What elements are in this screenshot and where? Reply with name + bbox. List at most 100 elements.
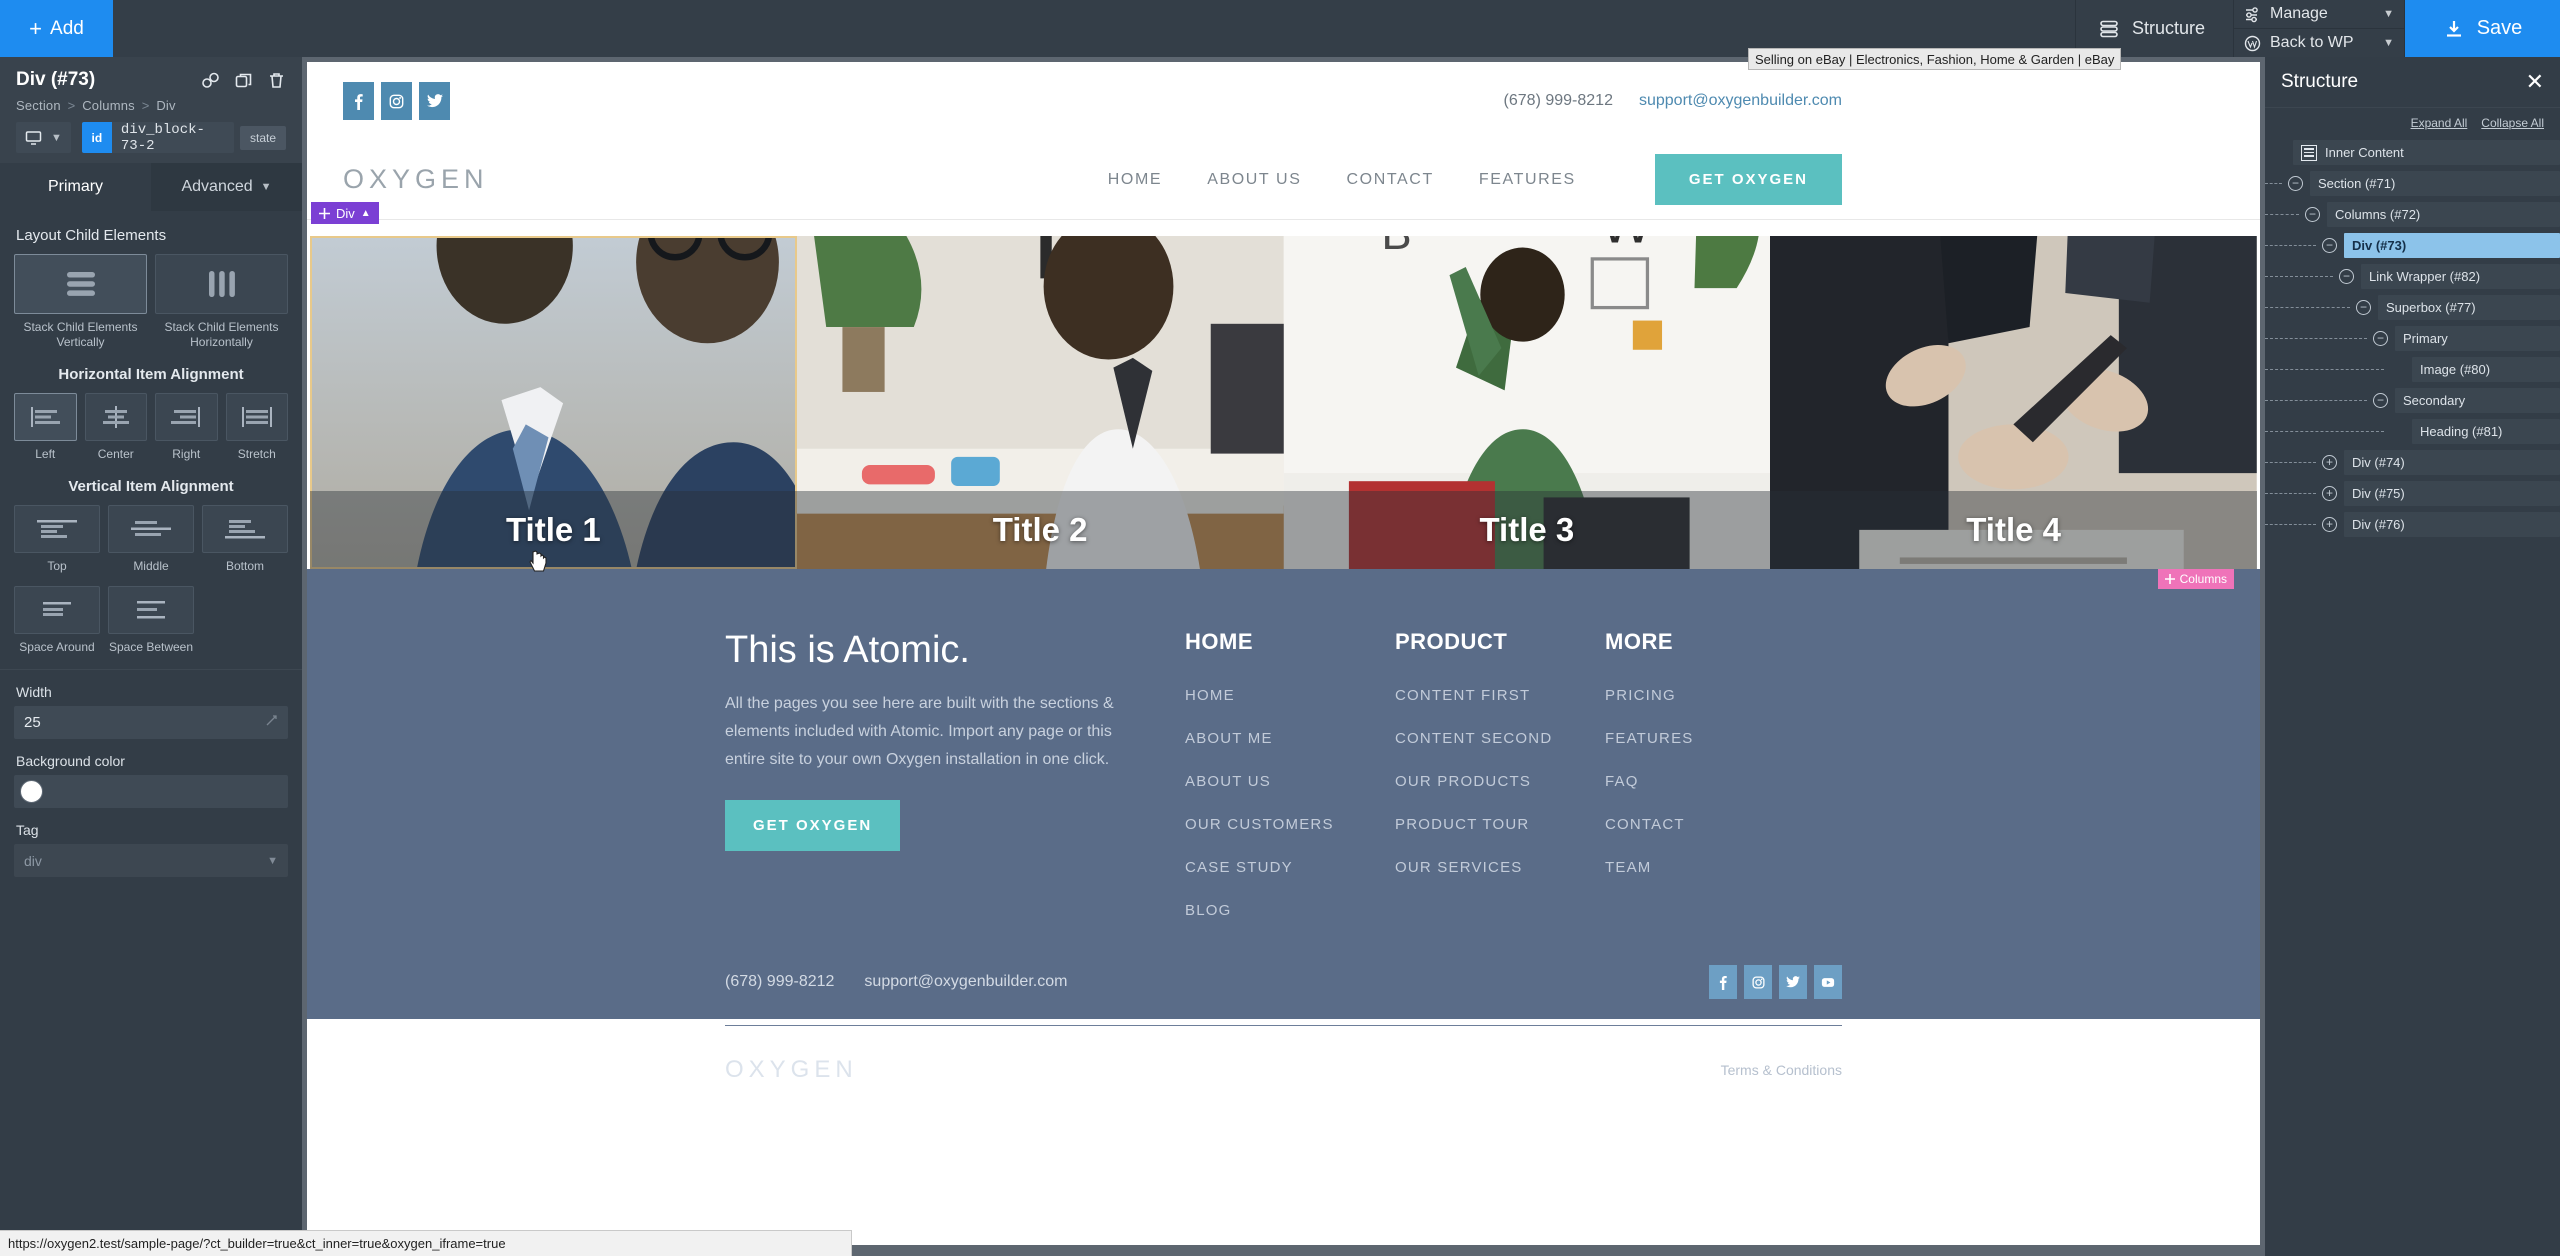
duplicate-icon[interactable] xyxy=(234,71,253,90)
width-input[interactable]: 25 xyxy=(14,706,288,739)
structure-node[interactable]: Section (#71) xyxy=(2310,171,2560,196)
collapse-node-icon[interactable]: − xyxy=(2339,269,2354,284)
align-right-option[interactable]: Right xyxy=(155,393,218,462)
expand-node-icon[interactable]: + xyxy=(2322,486,2337,501)
element-id-field[interactable]: id div_block-73-2 xyxy=(81,122,234,153)
valign-space-around-option[interactable]: Space Around xyxy=(14,586,100,655)
structure-tree-row[interactable]: − Secondary xyxy=(2265,388,2560,413)
footer-link[interactable]: PRICING xyxy=(1605,687,1815,704)
add-button[interactable]: + Add xyxy=(0,0,113,57)
tile-4[interactable]: Title 4 xyxy=(1770,236,2257,569)
footer-get-oxygen-button[interactable]: GET OXYGEN xyxy=(725,800,901,851)
structure-tree-row[interactable]: − Columns (#72) xyxy=(2265,202,2560,227)
instagram-icon[interactable] xyxy=(381,82,412,120)
footer-link[interactable]: OUR SERVICES xyxy=(1395,859,1605,876)
structure-tree-row[interactable]: Heading (#81) xyxy=(2265,419,2560,444)
footer-link[interactable]: OUR PRODUCTS xyxy=(1395,773,1605,790)
collapse-node-icon[interactable]: − xyxy=(2356,300,2371,315)
nav-item-features[interactable]: FEATURES xyxy=(1479,171,1576,189)
structure-node[interactable]: Div (#76) xyxy=(2344,512,2560,537)
structure-tree-row[interactable]: Image (#80) xyxy=(2265,357,2560,382)
footer-link[interactable]: ABOUT ME xyxy=(1185,730,1395,747)
twitter-icon[interactable] xyxy=(419,82,450,120)
collapse-node-icon[interactable]: − xyxy=(2373,331,2388,346)
footer-link[interactable]: PRODUCT TOUR xyxy=(1395,816,1605,833)
structure-tree-row[interactable]: + Div (#74) xyxy=(2265,450,2560,475)
site-logo[interactable]: OXYGEN xyxy=(343,164,489,195)
device-selector[interactable]: ▼ xyxy=(16,122,71,153)
breadcrumb-item-2[interactable]: Div xyxy=(156,98,175,113)
valign-top-option[interactable]: Top xyxy=(14,505,100,574)
breadcrumb-item-0[interactable]: Section xyxy=(16,98,61,113)
nav-item-contact[interactable]: CONTACT xyxy=(1347,171,1434,189)
structure-tree-row[interactable]: − Primary xyxy=(2265,326,2560,351)
valign-space-between-option[interactable]: Space Between xyxy=(108,586,194,655)
nav-item-home[interactable]: HOME xyxy=(1108,171,1162,189)
structure-node[interactable]: Inner Content xyxy=(2293,140,2560,165)
expand-all-button[interactable]: Expand All xyxy=(2411,116,2468,130)
expand-node-icon[interactable]: + xyxy=(2322,455,2337,470)
color-swatch[interactable] xyxy=(20,780,43,803)
close-icon[interactable]: ✕ xyxy=(2526,71,2544,93)
structure-tree-row[interactable]: − Superbox (#77) xyxy=(2265,295,2560,320)
tab-advanced[interactable]: Advanced ▼ xyxy=(151,163,302,211)
twitter-icon[interactable] xyxy=(1779,965,1807,999)
structure-node[interactable]: Link Wrapper (#82) xyxy=(2361,264,2560,289)
tile-1[interactable]: Title 1 xyxy=(310,236,797,569)
footer-link[interactable]: ABOUT US xyxy=(1185,773,1395,790)
footer-phone[interactable]: (678) 999-8212 xyxy=(725,973,834,991)
manage-menu[interactable]: Manage ▼ xyxy=(2234,0,2404,29)
tile-3[interactable]: B W WORK Tit xyxy=(1283,236,1771,569)
structure-node[interactable]: Superbox (#77) xyxy=(2378,295,2560,320)
footer-link[interactable]: FEATURES xyxy=(1605,730,1815,747)
structure-node[interactable]: Div (#75) xyxy=(2344,481,2560,506)
valign-bottom-option[interactable]: Bottom xyxy=(202,505,288,574)
collapse-node-icon[interactable]: − xyxy=(2288,176,2303,191)
header-email[interactable]: support@oxygenbuilder.com xyxy=(1639,92,1842,110)
footer-email[interactable]: support@oxygenbuilder.com xyxy=(864,973,1067,991)
breadcrumb-item-1[interactable]: Columns xyxy=(82,98,135,113)
structure-tree-row[interactable]: − Div (#73) xyxy=(2265,233,2560,258)
div-element-badge[interactable]: Div ▲ xyxy=(311,202,379,224)
collapse-node-icon[interactable]: − xyxy=(2373,393,2388,408)
footer-link[interactable]: BLOG xyxy=(1185,902,1395,919)
nav-item-about-us[interactable]: ABOUT US xyxy=(1207,171,1301,189)
footer-link[interactable]: CONTENT SECOND xyxy=(1395,730,1605,747)
footer-link[interactable]: HOME xyxy=(1185,687,1395,704)
structure-node[interactable]: Secondary xyxy=(2395,388,2560,413)
structure-tree-row[interactable]: − Section (#71) xyxy=(2265,171,2560,196)
chevron-up-icon[interactable]: ▲ xyxy=(361,208,371,219)
facebook-icon[interactable] xyxy=(1709,965,1737,999)
footer-link[interactable]: OUR CUSTOMERS xyxy=(1185,816,1395,833)
collapse-all-button[interactable]: Collapse All xyxy=(2481,116,2544,130)
structure-node[interactable]: Heading (#81) xyxy=(2412,419,2560,444)
background-color-picker[interactable] xyxy=(14,775,288,808)
tile-2[interactable]: Title 2 xyxy=(796,236,1284,569)
structure-tree-row[interactable]: − Link Wrapper (#82) xyxy=(2265,264,2560,289)
link-icon[interactable] xyxy=(201,71,220,90)
option-stack-horizontally[interactable]: Stack Child Elements Horizontally xyxy=(155,254,288,350)
structure-node[interactable]: Columns (#72) xyxy=(2327,202,2560,227)
get-oxygen-button[interactable]: GET OXYGEN xyxy=(1654,154,1842,205)
tab-primary[interactable]: Primary xyxy=(0,163,151,211)
structure-node[interactable]: Div (#74) xyxy=(2344,450,2560,475)
footer-link[interactable]: CASE STUDY xyxy=(1185,859,1395,876)
valign-middle-option[interactable]: Middle xyxy=(108,505,194,574)
back-to-wp-menu[interactable]: Back to WP ▼ xyxy=(2234,29,2404,57)
collapse-node-icon[interactable]: − xyxy=(2322,238,2337,253)
footer-link[interactable]: TEAM xyxy=(1605,859,1815,876)
structure-tree-row[interactable]: + Div (#75) xyxy=(2265,481,2560,506)
delete-trash-icon[interactable] xyxy=(267,71,286,90)
structure-tree-row[interactable]: + Div (#76) xyxy=(2265,512,2560,537)
align-left-option[interactable]: Left xyxy=(14,393,77,462)
instagram-icon[interactable] xyxy=(1744,965,1772,999)
align-center-option[interactable]: Center xyxy=(84,393,147,462)
element-id-value[interactable]: div_block-73-2 xyxy=(112,122,234,153)
facebook-icon[interactable] xyxy=(343,82,374,120)
footer-logo[interactable]: OXYGEN xyxy=(725,1056,858,1084)
structure-node[interactable]: Div (#73) xyxy=(2344,233,2560,258)
option-stack-vertically[interactable]: Stack Child Elements Vertically xyxy=(14,254,147,350)
columns-element-badge[interactable]: Columns xyxy=(2157,569,2234,589)
footer-link[interactable]: CONTENT FIRST xyxy=(1395,687,1605,704)
save-button[interactable]: Save xyxy=(2405,0,2560,57)
